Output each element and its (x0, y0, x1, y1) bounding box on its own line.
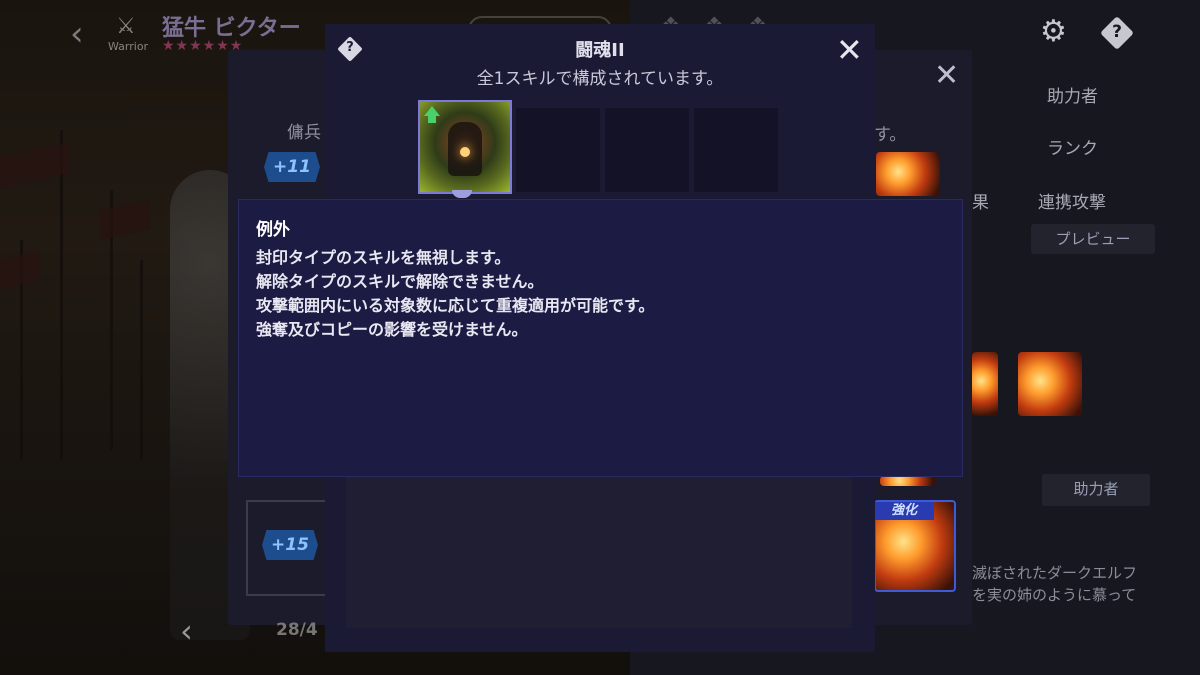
modal-title: 闘魂II (575, 40, 625, 61)
sword-icon: ⚔ (116, 14, 136, 39)
skill-thumb-icon[interactable] (972, 352, 998, 416)
back-icon[interactable]: ‹ (70, 14, 84, 54)
effect-tab-fragment[interactable]: 果 (972, 188, 989, 213)
panel-text-fragment: す。 (874, 125, 907, 145)
skill-icon-selected[interactable] (418, 100, 512, 194)
chain-attack-tab[interactable]: 連携攻撃 (1038, 188, 1106, 213)
level-counter: 28/4 (276, 620, 318, 640)
hero-description-line: を実の姉のように慕って (972, 586, 1137, 604)
close-icon[interactable]: ✕ (836, 30, 863, 70)
empty-skill-slot (605, 108, 689, 192)
enhance-level-badge: +15 (262, 530, 318, 560)
helper-button[interactable]: 助力者 (1042, 474, 1150, 506)
empty-skill-slot (694, 108, 778, 192)
modal-lower-area (346, 476, 852, 628)
help-diamond-icon[interactable]: ? (1100, 16, 1134, 50)
tooltip-line: 攻撃範囲内にいる対象数に応じて重複適用が可能です。 (256, 296, 655, 315)
tooltip-heading: 例外 (256, 220, 290, 240)
prev-page-icon[interactable]: ‹ (180, 612, 193, 650)
preview-button[interactable]: プレビュー (1031, 224, 1155, 254)
skill-thumb-icon[interactable] (876, 152, 940, 196)
skill-thumb-icon (880, 476, 936, 486)
hero-class-label: Warrior (108, 40, 149, 53)
helper-tab[interactable]: 助力者 (1047, 82, 1098, 107)
enhance-tag: 強化 (874, 502, 934, 520)
tooltip-line: 封印タイプのスキルを無視します。 (256, 248, 511, 267)
rank-tab[interactable]: ランク (1047, 134, 1098, 159)
modal-subtitle: 全1スキルで構成されています。 (476, 69, 724, 89)
panel-heading-fragment: 傭兵 (287, 123, 321, 143)
tooltip-line: 強奪及びコピーの影響を受けません。 (256, 320, 528, 339)
gear-sort-icon[interactable]: ⚙ (1040, 14, 1078, 52)
close-icon[interactable]: ✕ (934, 58, 959, 93)
tooltip-line: 解除タイプのスキルで解除できません。 (256, 272, 544, 291)
hero-description-line: 滅ぼされたダークエルフ (972, 564, 1138, 582)
empty-skill-slot (516, 108, 600, 192)
enhance-level-badge: +11 (264, 152, 320, 182)
skill-thumb-icon[interactable] (1018, 352, 1082, 416)
